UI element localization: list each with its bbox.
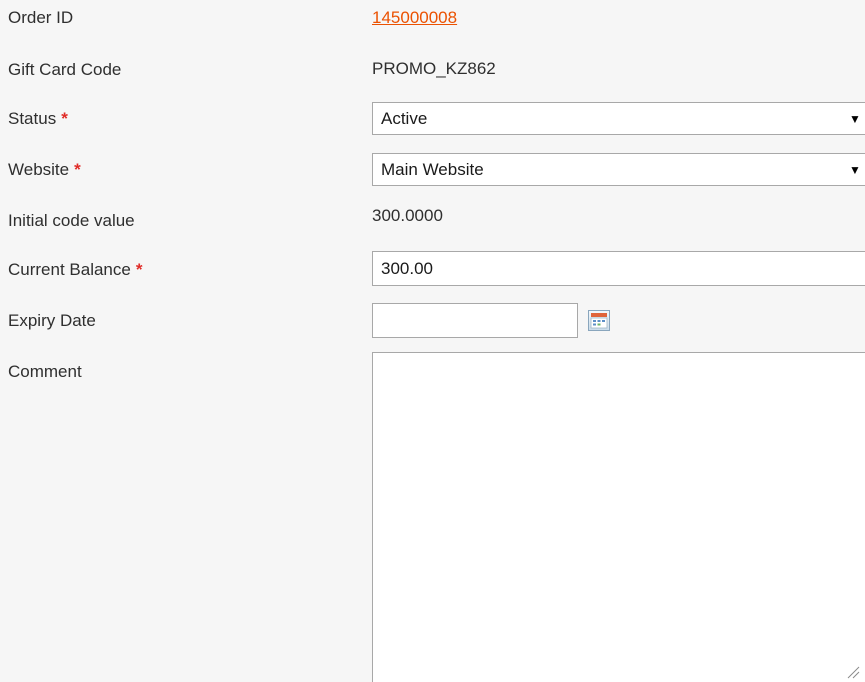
comment-label: Comment: [8, 362, 82, 382]
chevron-down-icon: ▼: [849, 112, 861, 126]
initial-code-value-label: Initial code value: [8, 211, 135, 231]
initial-code-value: 300.0000: [372, 206, 443, 226]
comment-textarea[interactable]: [372, 352, 865, 682]
status-select[interactable]: Active ▼: [372, 102, 865, 135]
website-selected-value: Main Website: [381, 160, 484, 179]
current-balance-required-mark: *: [135, 260, 143, 279]
expiry-date-input[interactable]: [372, 303, 578, 338]
current-balance-input[interactable]: [372, 251, 865, 286]
website-label-text: Website: [8, 160, 70, 179]
resize-handle-icon[interactable]: [846, 664, 860, 679]
website-label: Website *: [8, 160, 81, 180]
current-balance-label-text: Current Balance: [8, 260, 131, 279]
gift-card-code-value: PROMO_KZ862: [372, 59, 496, 79]
status-selected-value: Active: [381, 109, 428, 128]
order-id-label: Order ID: [8, 8, 73, 28]
gift-card-code-label: Gift Card Code: [8, 60, 121, 80]
order-id-link[interactable]: 145000008: [372, 8, 457, 27]
status-required-mark: *: [61, 109, 68, 128]
gift-card-code-label-text: Gift Card Code: [8, 60, 122, 79]
order-id-value[interactable]: 145000008: [372, 8, 457, 28]
chevron-down-icon: ▼: [849, 163, 861, 177]
status-label-text: Status: [8, 109, 57, 128]
gift-card-code-text: PROMO_KZ862: [372, 59, 496, 78]
status-label: Status *: [8, 109, 68, 129]
comment-label-text: Comment: [8, 362, 82, 381]
current-balance-label: Current Balance *: [8, 260, 142, 280]
expiry-date-label: Expiry Date: [8, 311, 96, 331]
initial-code-value-text: 300.0000: [372, 206, 443, 225]
expiry-date-label-text: Expiry Date: [8, 311, 96, 330]
initial-code-value-label-text: Initial code value: [8, 211, 135, 230]
calendar-icon[interactable]: [588, 310, 610, 331]
order-id-label-text: Order ID: [8, 8, 74, 27]
website-required-mark: *: [74, 160, 81, 179]
website-select[interactable]: Main Website ▼: [372, 153, 865, 186]
